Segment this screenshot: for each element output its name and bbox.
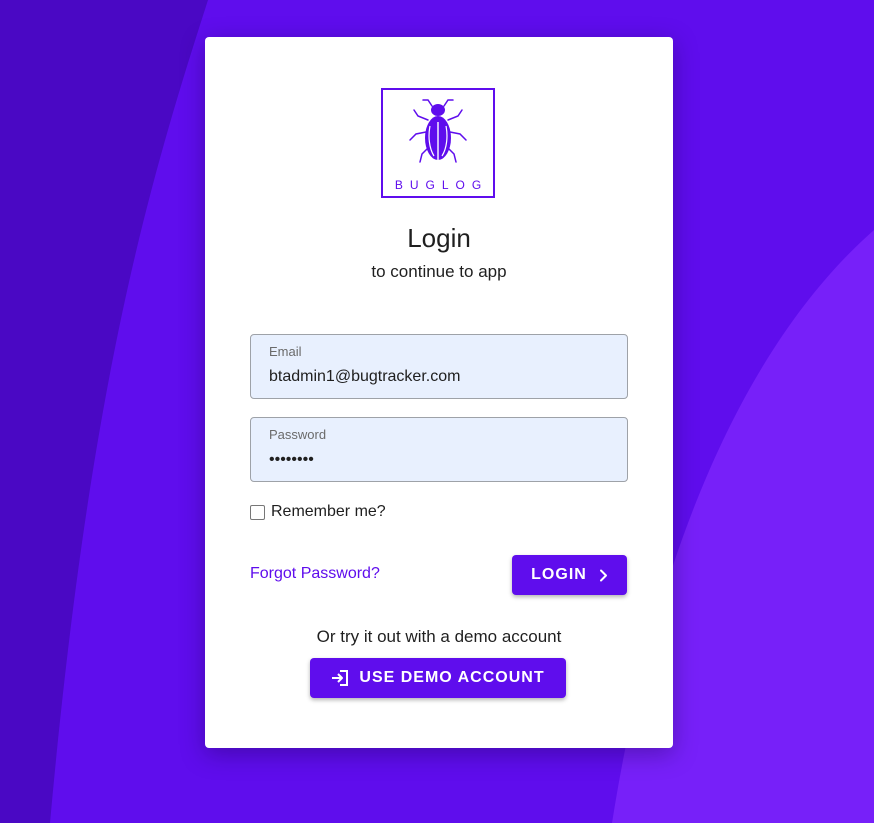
password-label: Password xyxy=(269,427,327,442)
email-label: Email xyxy=(269,344,302,359)
buglog-logo: BUGLOG xyxy=(381,88,495,198)
email-input[interactable] xyxy=(269,366,609,388)
demo-button-label: USE DEMO ACCOUNT xyxy=(359,669,545,686)
remember-me[interactable]: Remember me? xyxy=(250,502,386,522)
use-demo-account-button[interactable]: USE DEMO ACCOUNT xyxy=(310,658,566,698)
demo-prompt: Or try it out with a demo account xyxy=(316,627,562,646)
forgot-password-link[interactable]: Forgot Password? xyxy=(250,565,380,583)
email-field[interactable]: Email xyxy=(250,334,628,399)
password-input[interactable] xyxy=(269,449,609,471)
login-button-label: LOGIN xyxy=(531,566,587,583)
logo-text: BUGLOG xyxy=(394,178,489,192)
login-button[interactable]: LOGIN xyxy=(512,555,627,595)
page-title: Login xyxy=(407,223,471,253)
login-card: BUGLOG Login to continue to app Email Pa… xyxy=(205,37,673,748)
page-subtitle: to continue to app xyxy=(371,262,507,281)
chevron-right-icon xyxy=(599,569,607,581)
password-field[interactable]: Password xyxy=(250,417,628,482)
bug-icon xyxy=(409,99,467,163)
remember-checkbox[interactable] xyxy=(250,504,265,520)
remember-label: Remember me? xyxy=(271,503,386,520)
login-arrow-icon xyxy=(332,670,349,686)
